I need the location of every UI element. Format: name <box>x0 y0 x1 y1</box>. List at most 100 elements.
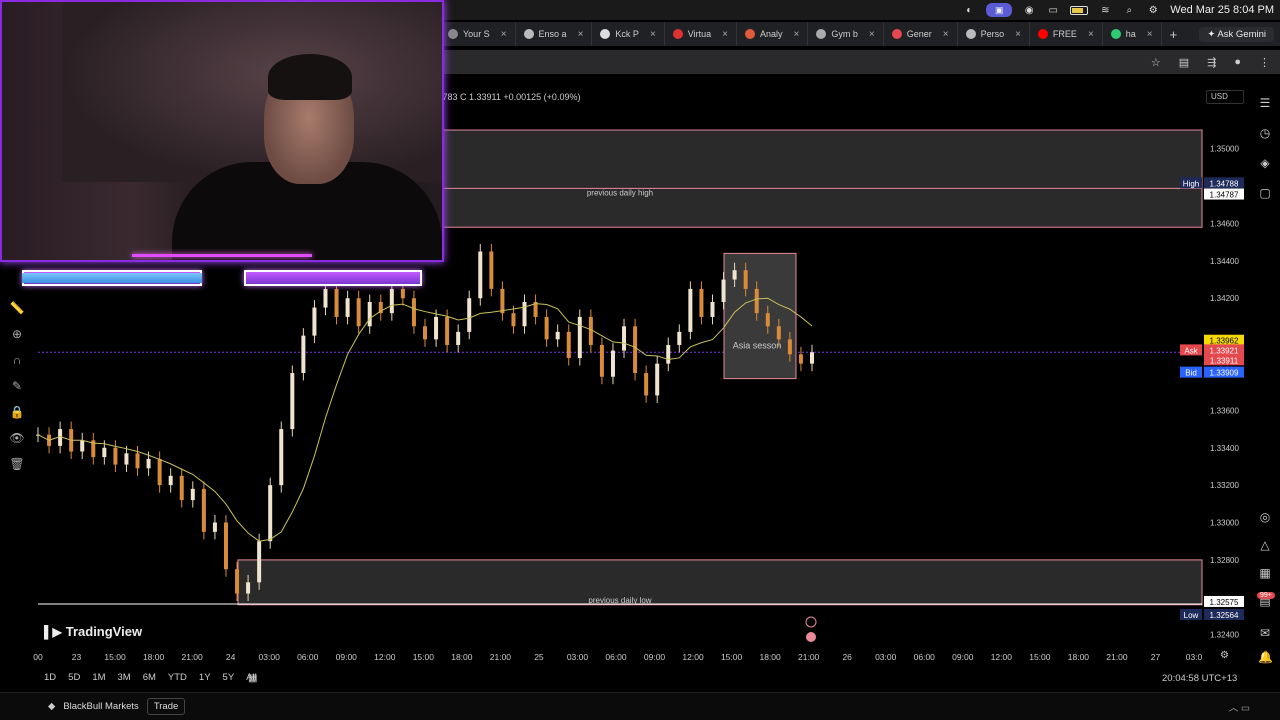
x-axis-tick: 27 <box>1151 652 1161 662</box>
new-tab-button[interactable]: + <box>1162 27 1186 42</box>
high-value: 1.34788 <box>1210 179 1239 188</box>
browser-tab[interactable]: ha × <box>1103 22 1162 46</box>
battery-icon[interactable] <box>1070 5 1089 15</box>
candle-body <box>500 288 505 314</box>
browser-tab[interactable]: Virtua × <box>665 22 737 46</box>
x-axis-tick: 26 <box>842 652 852 662</box>
layers-icon[interactable]: ◈ <box>1258 156 1272 170</box>
chat-icon[interactable]: ▢ <box>1258 186 1272 200</box>
range-5d[interactable]: 5D <box>68 672 80 683</box>
range-5y[interactable]: 5Y <box>223 672 235 683</box>
lock-icon[interactable]: 🔒 <box>9 404 25 420</box>
range-3m[interactable]: 3M <box>118 672 131 683</box>
browser-tab[interactable]: Gym b × <box>808 22 884 46</box>
screen-share-icon[interactable]: ▤ <box>1179 56 1189 69</box>
control-center-icon[interactable]: ⚙ <box>1146 4 1160 16</box>
bell-icon[interactable]: 🔔 <box>1258 650 1273 664</box>
browser-tab[interactable]: Analy × <box>737 22 809 46</box>
candle-body <box>599 344 604 377</box>
ruler-icon[interactable]: 📏 <box>9 300 25 316</box>
tab-favicon-icon <box>1037 29 1048 39</box>
tab-close-icon[interactable]: × <box>650 29 656 40</box>
tab-label: Gener <box>906 29 932 39</box>
tab-favicon-icon <box>965 29 976 39</box>
candle-body <box>235 569 240 594</box>
browser-tab[interactable]: Your S × <box>440 22 516 46</box>
browser-tab[interactable]: Perso × <box>958 22 1030 46</box>
yellow-value: 1.33962 <box>1210 337 1239 346</box>
ideas-icon[interactable]: △ <box>1258 538 1272 552</box>
currency-select[interactable]: USD <box>1206 90 1244 104</box>
chart-clock[interactable]: 20:04:58 UTC+13 <box>1162 673 1237 684</box>
video-call-icon[interactable]: ▣ <box>986 3 1013 17</box>
calendar-icon[interactable]: ▦ <box>1258 566 1272 580</box>
candle-body <box>411 298 416 327</box>
magnet-icon[interactable]: ∩ <box>9 352 25 368</box>
browser-tab[interactable]: FREE × <box>1030 22 1103 46</box>
tab-close-icon[interactable]: × <box>943 29 949 40</box>
menubar-datetime[interactable]: Wed Mar 25 8:04 PM <box>1170 4 1274 16</box>
tab-close-icon[interactable]: × <box>501 29 507 40</box>
extensions-icon[interactable]: ⇶ <box>1207 56 1216 69</box>
profile-avatar[interactable]: ● <box>1234 56 1241 68</box>
eye-icon[interactable]: 👁 <box>9 430 25 446</box>
candle-body <box>179 475 184 501</box>
range-ytd[interactable]: YTD <box>168 672 187 683</box>
tab-label: Perso <box>980 29 1005 39</box>
candle-body <box>423 326 427 340</box>
candle-body <box>798 354 803 364</box>
browser-menu-icon[interactable]: ⋮ <box>1259 56 1270 69</box>
broker-name[interactable]: BlackBull Markets <box>63 701 139 712</box>
tab-close-icon[interactable]: × <box>722 29 728 40</box>
tab-close-icon[interactable]: × <box>1147 29 1153 40</box>
collapse-chevron-icon[interactable]: ︿ ▭ <box>1229 700 1250 714</box>
alerts-clock-icon[interactable]: ◷ <box>1258 126 1272 140</box>
record-icon[interactable]: ◉ <box>1022 4 1036 16</box>
x-axis-tick: 18:00 <box>759 652 781 662</box>
tab-close-icon[interactable]: × <box>794 29 800 40</box>
date-range-calendar-icon[interactable]: ▦ <box>248 673 257 684</box>
tab-close-icon[interactable]: × <box>869 29 875 40</box>
trash-icon[interactable]: 🗑 <box>9 456 25 472</box>
chart-settings-icon[interactable]: ⚙ <box>1220 650 1229 661</box>
event-marker-icon <box>805 616 817 628</box>
browser-tab[interactable]: Enso a × <box>516 22 593 46</box>
x-axis-tick: 00 <box>33 652 43 662</box>
x-axis-tick: 12:00 <box>374 652 396 662</box>
zoom-in-icon[interactable]: ⊕ <box>9 326 25 342</box>
x-axis-tick: 03:00 <box>567 652 589 662</box>
tab-close-icon[interactable]: × <box>1088 29 1094 40</box>
bookmark-star-icon[interactable]: ☆ <box>1151 56 1161 69</box>
previous-daily-low-label: previous daily low <box>588 596 651 605</box>
candle-body <box>434 316 439 340</box>
wifi-icon[interactable]: ≋ <box>1098 4 1112 16</box>
x-axis-tick: 21:00 <box>798 652 820 662</box>
window-icon[interactable]: ▭ <box>1046 4 1060 16</box>
range-1d[interactable]: 1D <box>44 672 56 683</box>
broker-logo-icon: ◆ <box>48 701 56 712</box>
tab-favicon-icon <box>523 29 534 39</box>
range-1y[interactable]: 1Y <box>199 672 211 683</box>
browser-tab[interactable]: Kck P × <box>592 22 665 46</box>
range-6m[interactable]: 6M <box>143 672 156 683</box>
x-axis-tick: 15:00 <box>104 652 126 662</box>
candle-body <box>279 429 284 486</box>
candle-body <box>257 541 262 583</box>
range-1m[interactable]: 1M <box>92 672 105 683</box>
x-axis-tick: 15:00 <box>721 652 743 662</box>
trade-button[interactable]: Trade <box>146 698 186 715</box>
x-axis-tick: 21:00 <box>181 652 203 662</box>
ask-gemini-button[interactable]: ✦ Ask Gemini <box>1199 26 1274 42</box>
watchlist-icon[interactable]: ☰ <box>1258 96 1272 110</box>
screen-record-icon[interactable]: ◐ <box>962 4 976 16</box>
tab-label: Enso a <box>538 29 567 39</box>
notifications-icon[interactable]: ✉ <box>1258 626 1272 640</box>
target-icon[interactable]: ◎ <box>1258 510 1272 524</box>
candle-body <box>710 301 715 317</box>
tab-close-icon[interactable]: × <box>578 29 584 40</box>
pencil-icon[interactable]: ✎ <box>9 378 25 394</box>
search-icon[interactable]: ⌕ <box>1122 4 1136 16</box>
timeframe-range-bar: 1D 5D 1M 3M 6M YTD 1Y 5Y All <box>44 672 257 683</box>
browser-tab[interactable]: Gener × <box>884 22 958 46</box>
tab-close-icon[interactable]: × <box>1015 29 1021 40</box>
